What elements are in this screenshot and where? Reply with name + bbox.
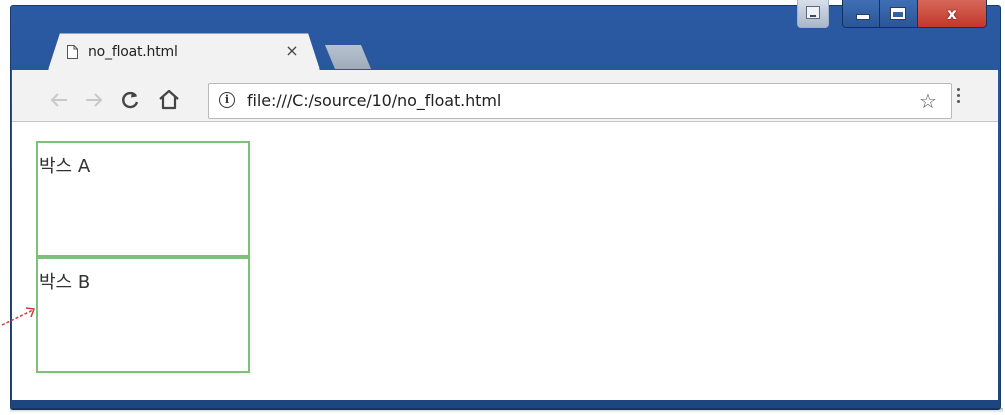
window-glyph-icon — [806, 6, 820, 19]
window-shadow — [10, 408, 1003, 413]
tab-title: no_float.html — [88, 44, 178, 60]
red-arrow-annotation — [1, 307, 36, 326]
vertical-dots-icon[interactable] — [957, 88, 961, 104]
browser-toolbar: i file:///C:/source/10/no_float.html ☆ — [12, 70, 998, 122]
box-b-label: 박스 B — [39, 272, 91, 293]
minimize-icon — [856, 14, 870, 20]
info-icon[interactable]: i — [219, 92, 235, 108]
back-arrow-icon[interactable] — [50, 92, 68, 108]
maximize-icon — [890, 7, 906, 20]
page-content: 박스 A 박스 B — [12, 122, 998, 400]
home-icon[interactable] — [158, 89, 180, 110]
reload-icon[interactable] — [120, 90, 140, 110]
window-controls: x — [842, 0, 987, 28]
tab-close-icon[interactable]: × — [284, 42, 300, 60]
page-icon — [67, 45, 78, 59]
close-window-button[interactable]: x — [918, 0, 987, 28]
url-text[interactable]: file:///C:/source/10/no_float.html — [247, 91, 501, 110]
window-extra-button[interactable] — [797, 0, 829, 28]
tab-active[interactable]: no_float.html × — [48, 33, 320, 70]
box-a-label: 박스 A — [39, 156, 91, 177]
close-icon: x — [947, 5, 957, 23]
address-bar[interactable]: i file:///C:/source/10/no_float.html ☆ — [208, 83, 952, 119]
star-bookmark-icon[interactable]: ☆ — [919, 89, 937, 113]
box-b: 박스 B — [36, 257, 250, 373]
forward-arrow-icon[interactable] — [85, 92, 103, 108]
maximize-button[interactable] — [880, 0, 918, 28]
box-a: 박스 A — [36, 141, 250, 257]
minimize-button[interactable] — [842, 0, 880, 28]
